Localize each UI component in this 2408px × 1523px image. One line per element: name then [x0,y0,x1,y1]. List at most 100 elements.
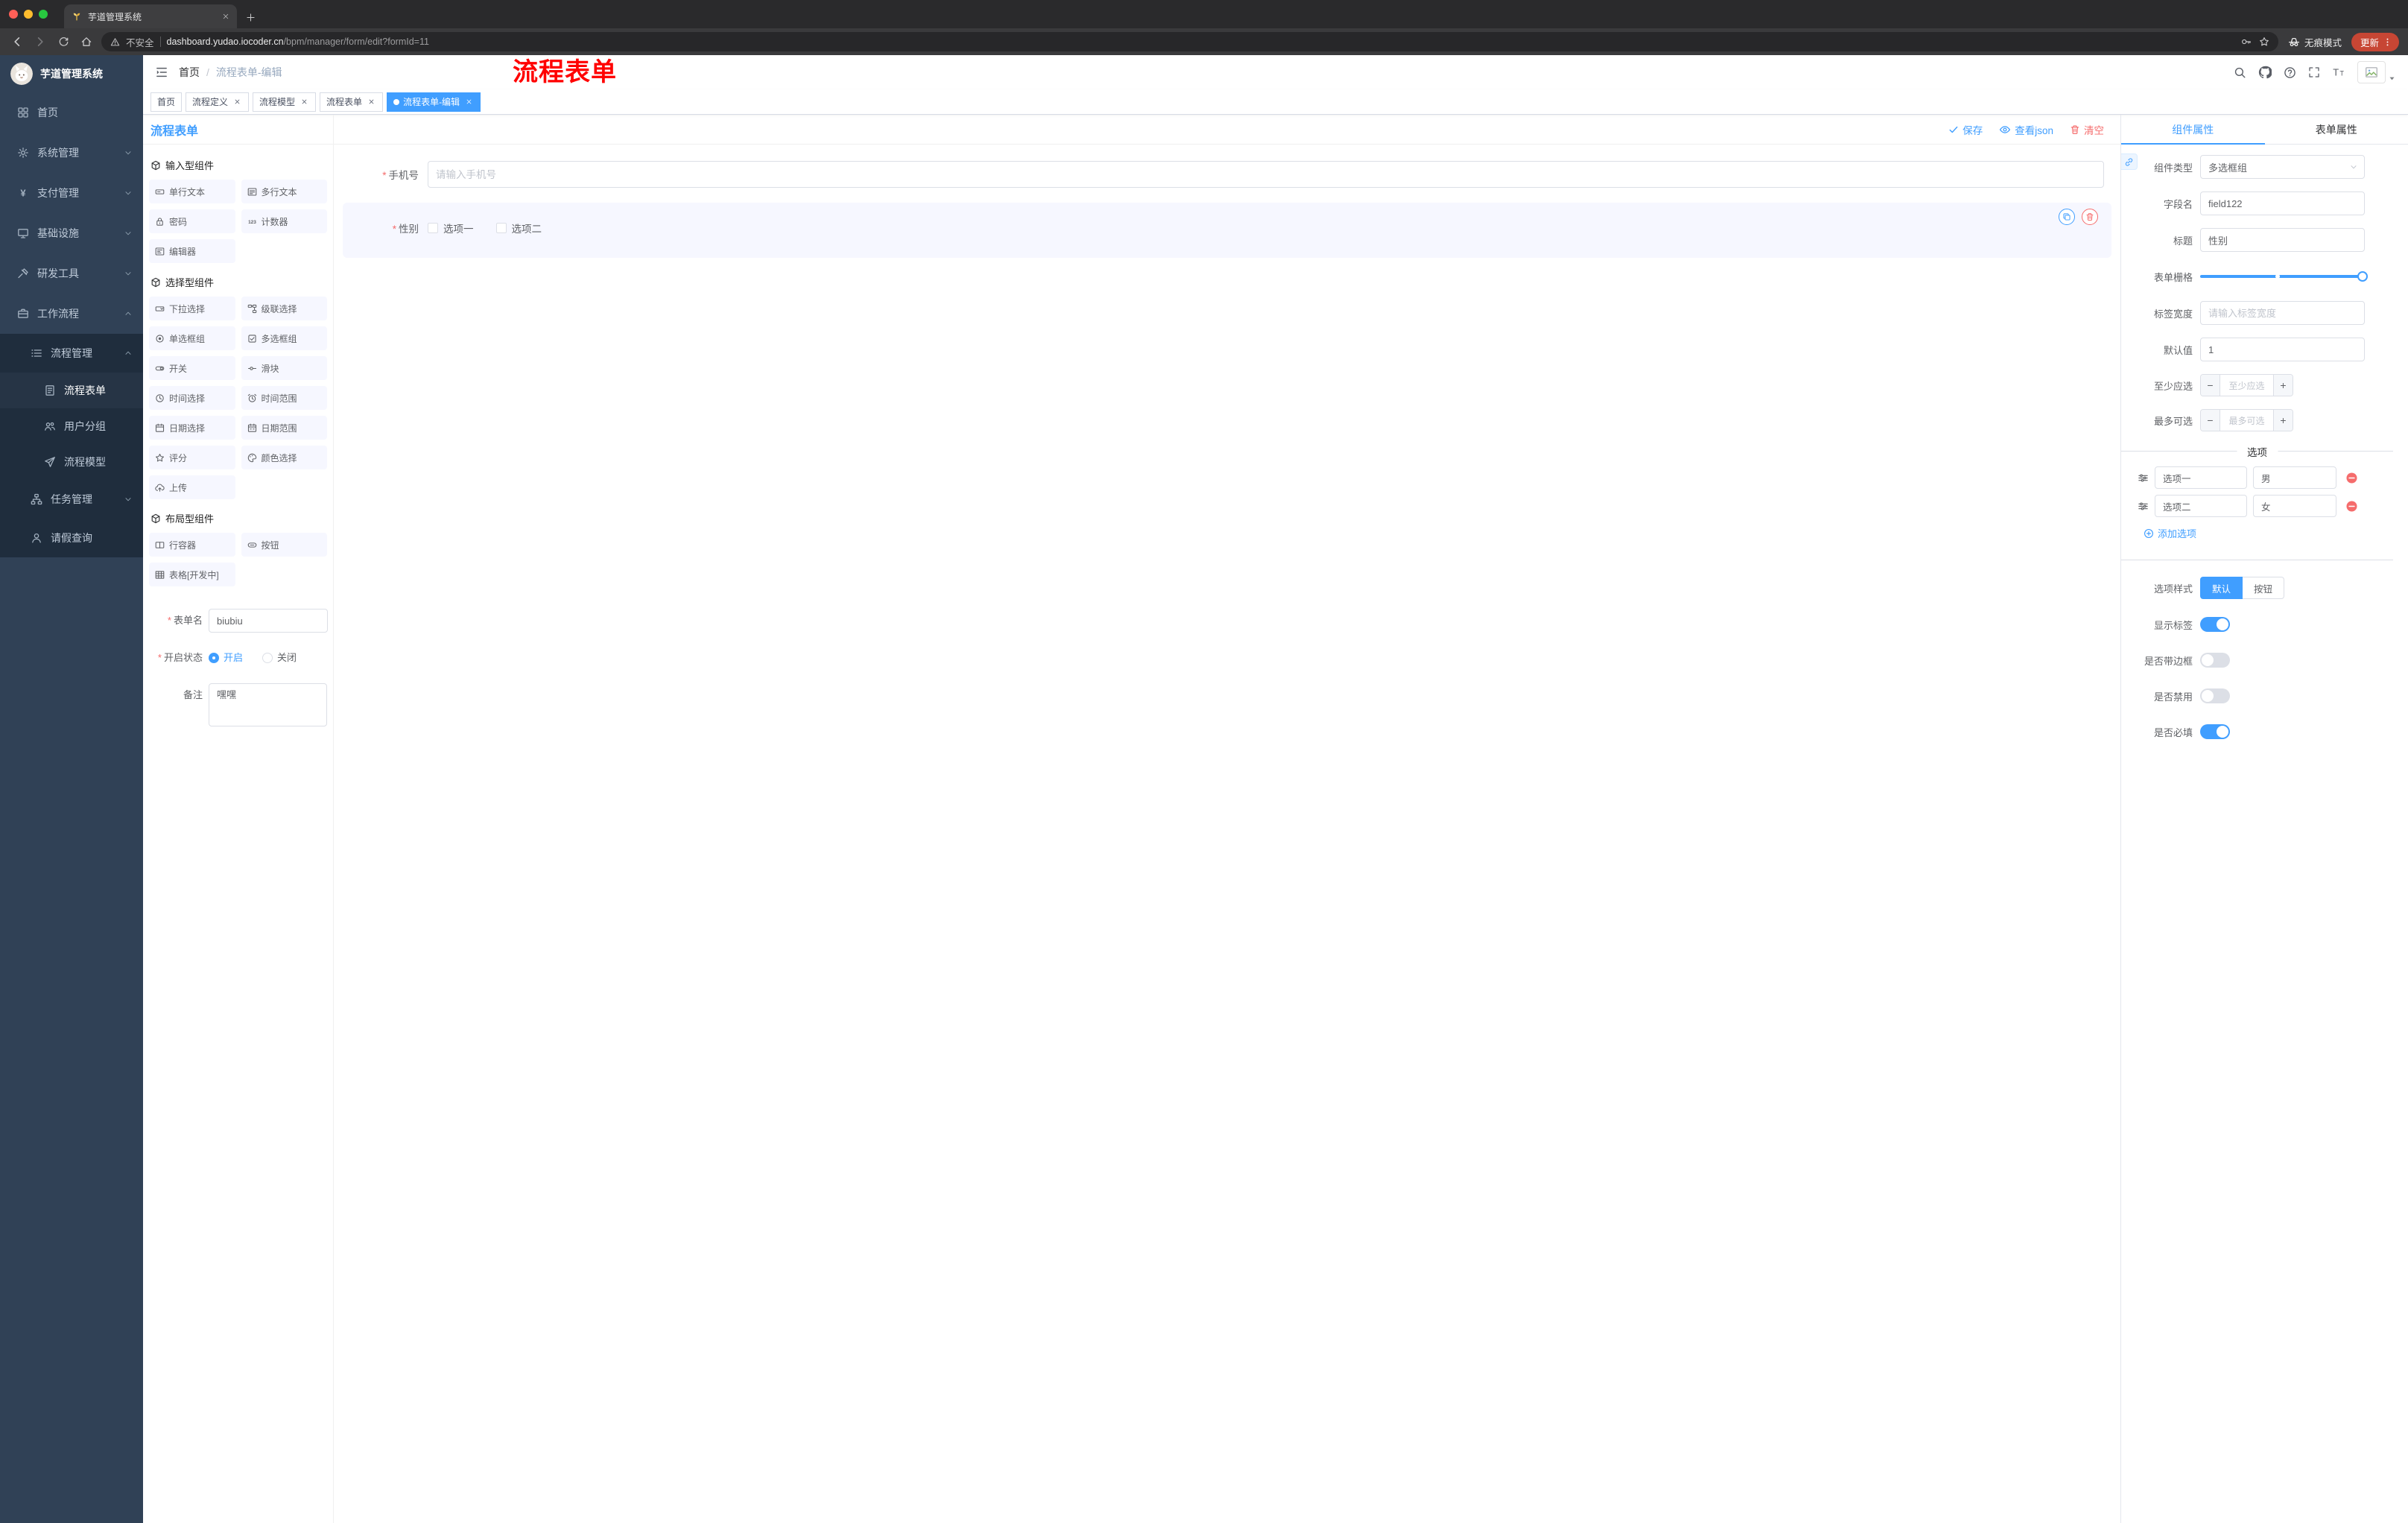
option-label-input[interactable] [2155,495,2247,517]
drag-handle-icon[interactable] [2138,501,2149,512]
palette-item-date-picker[interactable]: 日期选择 [149,416,235,440]
increase-button[interactable]: + [2273,375,2293,396]
address-bar[interactable]: 不安全 dashboard.yudao.iocoder.cn/bpm/manag… [101,32,2278,51]
sidebar-item-process-manage[interactable]: 流程管理 [0,334,143,373]
option-style-default[interactable]: 默认 [2200,577,2243,599]
palette-item-radio-group[interactable]: 单选框组 [149,326,235,350]
label-width-input[interactable] [2200,301,2365,325]
form-name-input[interactable] [209,609,328,633]
tag-home[interactable]: 首页 [150,92,183,112]
window-close-button[interactable] [9,10,18,19]
copy-component-button[interactable] [2059,209,2075,225]
tag-process-definition[interactable]: 流程定义 [186,92,250,112]
option-style-button[interactable]: 按钮 [2243,577,2285,599]
home-button[interactable] [78,34,95,50]
menu-fold-button[interactable] [155,66,168,79]
slider-handle[interactable] [2357,271,2368,282]
view-json-button[interactable]: 查看json [1999,122,2053,137]
palette-item-switch[interactable]: 开关 [149,356,235,380]
sidebar-item-devtools[interactable]: 研发工具 [0,253,143,294]
document-link-button[interactable] [2121,153,2138,170]
font-size-button[interactable]: TT [2332,66,2345,79]
browser-tab[interactable]: 芋道管理系统 [64,4,237,28]
fullscreen-button[interactable] [2308,66,2320,78]
with-border-switch[interactable] [2200,653,2230,668]
palette-item-button[interactable]: 按钮 [241,533,327,557]
palette-item-cascader[interactable]: 级联选择 [241,297,327,320]
remark-textarea[interactable]: 嘿嘿 [209,683,327,726]
close-icon[interactable] [299,97,309,107]
gender-field-item[interactable]: 性别 选项一 选项二 [343,203,2111,258]
palette-item-time-picker[interactable]: 时间选择 [149,386,235,410]
palette-item-rate[interactable]: 评分 [149,446,235,469]
form-grid-slider[interactable] [2200,265,2368,288]
github-button[interactable] [2258,66,2272,79]
sidebar-item-workflow[interactable]: 工作流程 [0,294,143,334]
default-value-input[interactable] [2200,338,2365,361]
option-value-input[interactable] [2253,466,2336,489]
reload-button[interactable] [55,34,72,50]
remove-option-button[interactable] [2345,500,2358,513]
tag-process-model[interactable]: 流程模型 [253,92,317,112]
title-input[interactable] [2200,228,2365,252]
save-button[interactable]: 保存 [1948,122,1983,137]
increase-button[interactable]: + [2273,410,2293,431]
sidebar-item-process-form[interactable]: 流程表单 [0,373,143,408]
tab-component-props[interactable]: 组件属性 [2121,115,2265,145]
delete-component-button[interactable] [2082,209,2098,225]
sidebar-item-system[interactable]: 系统管理 [0,133,143,173]
component-type-select[interactable]: 多选框组 [2200,155,2365,179]
palette-item-upload[interactable]: 上传 [149,475,235,499]
palette-item-row-container[interactable]: 行容器 [149,533,235,557]
bookmark-star-icon[interactable] [2259,37,2269,47]
option-value-input[interactable] [2253,495,2336,517]
palette-item-slider[interactable]: 滑块 [241,356,327,380]
option-label-input[interactable] [2155,466,2247,489]
sidebar-item-process-model[interactable]: 流程模型 [0,444,143,480]
palette-item-color-picker[interactable]: 颜色选择 [241,446,327,469]
tab-close-button[interactable] [222,13,229,20]
sidebar-item-payment[interactable]: ¥ 支付管理 [0,173,143,213]
clear-button[interactable]: 清空 [2070,122,2104,137]
tag-process-form[interactable]: 流程表单 [320,92,384,112]
sidebar-item-task-manage[interactable]: 任务管理 [0,480,143,519]
sidebar-item-home[interactable]: 首页 [0,92,143,133]
search-button[interactable] [2234,66,2246,79]
status-radio-on[interactable]: 开启 [209,646,243,670]
palette-item-checkbox-group[interactable]: 多选框组 [241,326,327,350]
required-switch[interactable] [2200,724,2230,739]
stepper-value[interactable]: 最多可选 [2220,410,2273,431]
palette-item-counter[interactable]: 123 计数器 [241,209,327,233]
key-icon[interactable] [2241,37,2252,47]
help-button[interactable] [2284,66,2296,79]
close-icon[interactable] [232,97,242,107]
menu-dots-icon[interactable] [2383,37,2392,47]
sidebar-item-user-group[interactable]: 用户分组 [0,408,143,444]
user-avatar[interactable] [2357,61,2396,83]
drag-handle-icon[interactable] [2138,472,2149,484]
disabled-switch[interactable] [2200,688,2230,703]
palette-item-table[interactable]: 表格[开发中] [149,563,235,586]
phone-input[interactable] [428,161,2104,188]
field-name-input[interactable] [2200,191,2365,215]
gender-checkbox-2[interactable]: 选项二 [495,221,542,235]
palette-item-multi-text[interactable]: 多行文本 [241,180,327,203]
new-tab-button[interactable] [246,13,256,22]
palette-item-time-range[interactable]: 时间范围 [241,386,327,410]
sidebar-item-leave-query[interactable]: 请假查询 [0,519,143,557]
forward-button[interactable] [32,34,48,50]
status-radio-off[interactable]: 关闭 [262,646,297,670]
url-text[interactable]: dashboard.yudao.iocoder.cn/bpm/manager/f… [167,37,2235,47]
palette-item-select[interactable]: 下拉选择 [149,297,235,320]
close-icon[interactable] [463,97,474,107]
decrease-button[interactable]: − [2201,410,2220,431]
security-label[interactable]: 不安全 [126,35,154,49]
palette-item-date-range[interactable]: 日期范围 [241,416,327,440]
phone-field-item[interactable]: 手机号 [343,155,2111,194]
tab-form-props[interactable]: 表单属性 [2265,115,2408,144]
decrease-button[interactable]: − [2201,375,2220,396]
back-button[interactable] [9,34,25,50]
window-minimize-button[interactable] [24,10,33,19]
show-label-switch[interactable] [2200,617,2230,632]
sidebar-item-infrastructure[interactable]: 基础设施 [0,213,143,253]
